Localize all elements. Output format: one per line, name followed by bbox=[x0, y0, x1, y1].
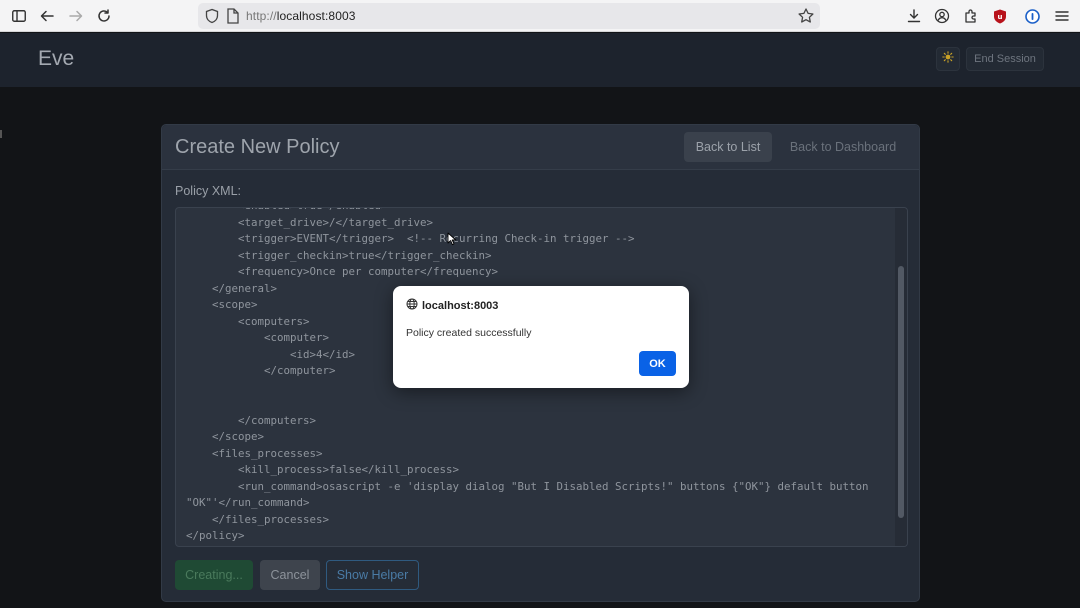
alert-dialog: localhost:8003 Policy created successful… bbox=[393, 286, 689, 388]
back-icon[interactable] bbox=[37, 6, 57, 26]
policy-xml-label: Policy XML: bbox=[175, 184, 241, 198]
editor-scrollbar[interactable] bbox=[895, 208, 907, 546]
code-line: </computers> bbox=[186, 413, 317, 427]
dialog-message: Policy created successfully bbox=[406, 327, 532, 339]
sun-icon bbox=[942, 50, 954, 68]
url-host: localhost:8003 bbox=[276, 9, 356, 23]
code-line: <enabled>true</enabled> bbox=[186, 208, 869, 215]
code-line: <run_command>osascript -e 'display dialo… bbox=[186, 479, 869, 493]
account-icon[interactable] bbox=[932, 6, 952, 26]
show-helper-button[interactable]: Show Helper bbox=[326, 560, 419, 590]
page-icon[interactable] bbox=[226, 8, 240, 24]
globe-icon bbox=[406, 298, 418, 313]
back-to-list-button[interactable]: Back to List bbox=[684, 132, 772, 162]
back-to-dashboard-button[interactable]: Back to Dashboard bbox=[778, 132, 908, 162]
code-line: <kill_process>false</kill_process> bbox=[186, 463, 460, 476]
code-line: <files_processes> bbox=[186, 446, 323, 460]
code-line: </scope> bbox=[186, 430, 265, 443]
theme-toggle-button[interactable] bbox=[936, 47, 960, 71]
url-scheme: http:// bbox=[246, 9, 277, 23]
url-text: http://localhost:8003 bbox=[246, 9, 356, 23]
code-line: <target_drive>/</target_drive> bbox=[186, 215, 434, 229]
code-line: <frequency>Once per computer</frequency> bbox=[186, 265, 499, 278]
code-line: <trigger_checkin>true</trigger_checkin> bbox=[186, 248, 492, 262]
page-edge-mark bbox=[0, 130, 2, 138]
create-policy-button[interactable]: Creating... bbox=[175, 560, 253, 590]
code-line: "OK"'</run_command> bbox=[186, 496, 310, 509]
reload-icon[interactable] bbox=[94, 6, 114, 26]
browser-toolbar: http://localhost:8003 u bbox=[0, 0, 1080, 32]
page-title: Create New Policy bbox=[175, 136, 340, 158]
download-icon[interactable] bbox=[904, 6, 924, 26]
password-manager-icon[interactable] bbox=[1022, 6, 1042, 26]
code-line: </files_processes> bbox=[186, 512, 330, 526]
extensions-icon[interactable] bbox=[960, 6, 980, 26]
forward-icon[interactable] bbox=[66, 6, 86, 26]
app-header: Eve End Session bbox=[0, 33, 1080, 87]
ublock-icon[interactable]: u bbox=[990, 6, 1010, 26]
cancel-button[interactable]: Cancel bbox=[260, 560, 320, 590]
address-bar[interactable]: http://localhost:8003 bbox=[198, 3, 820, 29]
sidebar-icon[interactable] bbox=[9, 6, 29, 26]
brand-title[interactable]: Eve bbox=[38, 47, 74, 71]
code-line: <trigger>EVENT</trigger> <!-- Recurring … bbox=[186, 232, 635, 245]
menu-icon[interactable] bbox=[1052, 6, 1072, 26]
end-session-button[interactable]: End Session bbox=[966, 47, 1044, 71]
dialog-origin-text: localhost:8003 bbox=[422, 299, 499, 312]
svg-text:u: u bbox=[998, 13, 1003, 21]
scrollbar-thumb[interactable] bbox=[898, 266, 904, 518]
ok-button[interactable]: OK bbox=[639, 351, 676, 376]
code-line: </policy> bbox=[186, 529, 245, 542]
dialog-origin: localhost:8003 bbox=[406, 298, 498, 313]
bookmark-star-icon[interactable] bbox=[796, 6, 816, 26]
card-header: Create New Policy Back to List Back to D… bbox=[162, 125, 919, 170]
mouse-cursor-icon bbox=[447, 232, 457, 246]
shield-icon[interactable] bbox=[204, 8, 220, 24]
